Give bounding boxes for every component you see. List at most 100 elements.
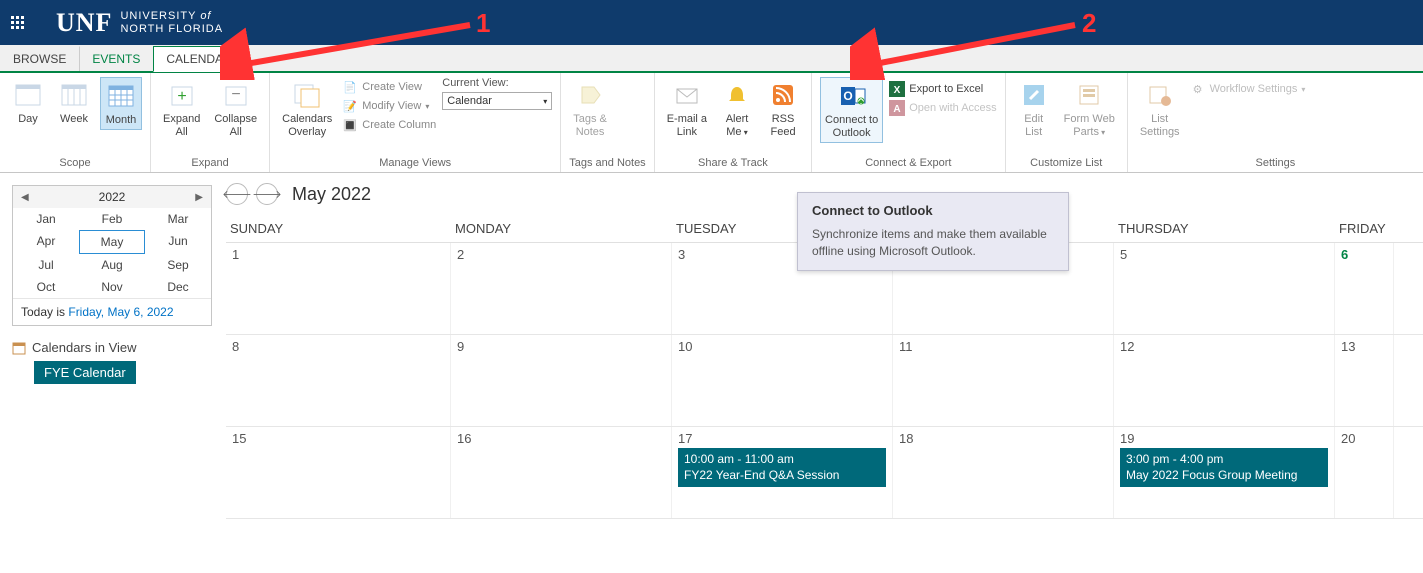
create-column-button[interactable]: 🔳Create Column xyxy=(342,117,436,133)
minical-month-mar[interactable]: Mar xyxy=(145,208,211,230)
workflow-settings-button[interactable]: ⚙Workflow Settings ▾ xyxy=(1190,81,1306,97)
email-link-button[interactable]: E-mail a Link xyxy=(663,77,711,141)
minical-month-feb[interactable]: Feb xyxy=(79,208,145,230)
svg-text:−: − xyxy=(231,86,240,103)
calendar-day-cell[interactable]: 2 xyxy=(451,243,672,334)
chevron-down-icon: ▾ xyxy=(1099,128,1105,137)
logo-subtitle: UNIVERSITY of NORTH FLORIDA xyxy=(120,10,223,34)
scope-day-button[interactable]: Day xyxy=(8,77,48,128)
edit-list-icon xyxy=(1018,79,1050,111)
minical-month-may[interactable]: May xyxy=(79,230,145,254)
day-number: 2 xyxy=(457,247,665,262)
calendar-event[interactable]: 3:00 pm - 4:00 pmMay 2022 Focus Group Me… xyxy=(1120,448,1328,487)
rss-icon xyxy=(767,79,799,111)
alert-me-button[interactable]: Alert Me ▾ xyxy=(717,77,757,141)
event-time: 3:00 pm - 4:00 pm xyxy=(1126,452,1322,468)
connect-outlook-tooltip: Connect to Outlook Synchronize items and… xyxy=(797,192,1069,271)
calendar-week-row: 15 16 1710:00 am - 11:00 amFY22 Year-End Q… xyxy=(226,427,1423,519)
calendars-overlay-button[interactable]: Calendars Overlay xyxy=(278,77,336,141)
rss-feed-button[interactable]: RSS Feed xyxy=(763,77,803,141)
day-number: 10 xyxy=(678,339,886,354)
export-excel-button[interactable]: XExport to Excel xyxy=(889,81,996,97)
ribbon-group-manage-views: Calendars Overlay 📄Create View 📝Modify V… xyxy=(270,73,561,172)
day-number: 11 xyxy=(899,339,1107,354)
list-settings-button[interactable]: List Settings xyxy=(1136,77,1184,141)
day-number: 5 xyxy=(1120,247,1328,262)
bell-icon xyxy=(721,79,753,111)
calendar-day-cell[interactable]: 18 xyxy=(893,427,1114,518)
modify-view-icon: 📝 xyxy=(342,98,358,114)
calendar-small-icon xyxy=(12,341,26,355)
calendar-day-cell[interactable]: 1 xyxy=(226,243,451,334)
modify-view-button[interactable]: 📝Modify View ▾ xyxy=(342,98,436,114)
minical-month-aug[interactable]: Aug xyxy=(79,254,145,276)
day-icon xyxy=(12,79,44,111)
collapse-all-button[interactable]: − Collapse All xyxy=(210,77,261,141)
cal-next-button[interactable]: 🡒 xyxy=(256,183,278,205)
day-number: 1 xyxy=(232,247,444,262)
workflow-icon: ⚙ xyxy=(1190,81,1206,97)
calendar-day-cell[interactable]: 1710:00 am - 11:00 amFY22 Year-End Q&A S… xyxy=(672,427,893,518)
form-web-icon xyxy=(1073,79,1105,111)
cal-prev-button[interactable]: 🡐 xyxy=(226,183,248,205)
calendar-day-cell[interactable]: 6 xyxy=(1335,243,1394,334)
tab-browse[interactable]: BROWSE xyxy=(0,46,79,71)
week-icon xyxy=(58,79,90,111)
group-label-customize: Customize List xyxy=(1014,154,1119,172)
calendar-day-cell[interactable]: 15 xyxy=(226,427,451,518)
calendar-day-cell[interactable]: 13 xyxy=(1335,335,1394,426)
open-access-button[interactable]: AOpen with Access xyxy=(889,100,996,116)
create-view-button[interactable]: 📄Create View xyxy=(342,79,436,95)
tooltip-title: Connect to Outlook xyxy=(812,203,1054,218)
scope-week-button[interactable]: Week xyxy=(54,77,94,128)
day-number: 8 xyxy=(232,339,444,354)
minical-month-dec[interactable]: Dec xyxy=(145,276,211,298)
tab-events[interactable]: EVENTS xyxy=(79,46,153,71)
minical-month-nov[interactable]: Nov xyxy=(79,276,145,298)
minical-month-jun[interactable]: Jun xyxy=(145,230,211,254)
edit-list-button[interactable]: Edit List xyxy=(1014,77,1054,141)
calendar-day-cell[interactable]: 11 xyxy=(893,335,1114,426)
calendar-day-cell[interactable]: 9 xyxy=(451,335,672,426)
calendar-day-cell[interactable]: 12 xyxy=(1114,335,1335,426)
calendar-event[interactable]: 10:00 am - 11:00 amFY22 Year-End Q&A Ses… xyxy=(678,448,886,487)
minical-today-row: Today is Friday, May 6, 2022 xyxy=(13,298,211,325)
current-view-select[interactable]: Calendar ▾ xyxy=(442,92,552,110)
tab-calendar[interactable]: CALENDAR xyxy=(153,46,244,72)
svg-text:O: O xyxy=(843,89,852,103)
calendar-badge[interactable]: FYE Calendar xyxy=(34,361,136,384)
minical-today-link[interactable]: Friday, May 6, 2022 xyxy=(68,305,173,319)
calendar-day-cell[interactable]: 10 xyxy=(672,335,893,426)
ribbon-group-connect: O Connect to Outlook XExport to Excel AO… xyxy=(812,73,1006,172)
minical-month-sep[interactable]: Sep xyxy=(145,254,211,276)
day-number: 16 xyxy=(457,431,665,446)
sidebar: ◀ 2022 ▶ JanFebMarAprMayJunJulAugSepOctN… xyxy=(0,173,216,519)
minical-next-button[interactable]: ▶ xyxy=(195,192,203,203)
calendar-day-cell[interactable]: 8 xyxy=(226,335,451,426)
minical-month-jul[interactable]: Jul xyxy=(13,254,79,276)
ribbon-group-tags: Tags & Notes Tags and Notes xyxy=(561,73,654,172)
event-time: 10:00 am - 11:00 am xyxy=(684,452,880,468)
app-launcher-icon[interactable] xyxy=(10,15,26,31)
minical-month-oct[interactable]: Oct xyxy=(13,276,79,298)
calendar-day-cell[interactable]: 16 xyxy=(451,427,672,518)
calendar-day-cell[interactable]: 20 xyxy=(1335,427,1394,518)
calendar-day-cell[interactable]: 19 3:00 pm - 4:00 pmMay 2022 Focus Group … xyxy=(1114,427,1335,518)
expand-all-button[interactable]: + Expand All xyxy=(159,77,204,141)
ribbon: Day Week Month Scope + Expand All − Coll… xyxy=(0,73,1423,173)
scope-month-button[interactable]: Month xyxy=(100,77,142,130)
minical-month-jan[interactable]: Jan xyxy=(13,208,79,230)
minical-month-apr[interactable]: Apr xyxy=(13,230,79,254)
calendar-week-row: 89 10 11 1213 xyxy=(226,335,1423,427)
form-web-parts-button[interactable]: Form Web Parts ▾ xyxy=(1060,77,1119,141)
minical-prev-button[interactable]: ◀ xyxy=(21,192,29,203)
svg-text:X: X xyxy=(894,85,901,96)
connect-outlook-button[interactable]: O Connect to Outlook xyxy=(820,77,883,143)
day-number: 15 xyxy=(232,431,444,446)
tags-notes-button[interactable]: Tags & Notes xyxy=(569,77,611,141)
site-logo[interactable]: UNF UNIVERSITY of NORTH FLORIDA xyxy=(56,8,223,38)
day-number: 19 xyxy=(1120,431,1328,446)
day-number: 6 xyxy=(1341,247,1387,262)
chevron-down-icon: ▾ xyxy=(742,128,748,137)
calendar-day-cell[interactable]: 5 xyxy=(1114,243,1335,334)
